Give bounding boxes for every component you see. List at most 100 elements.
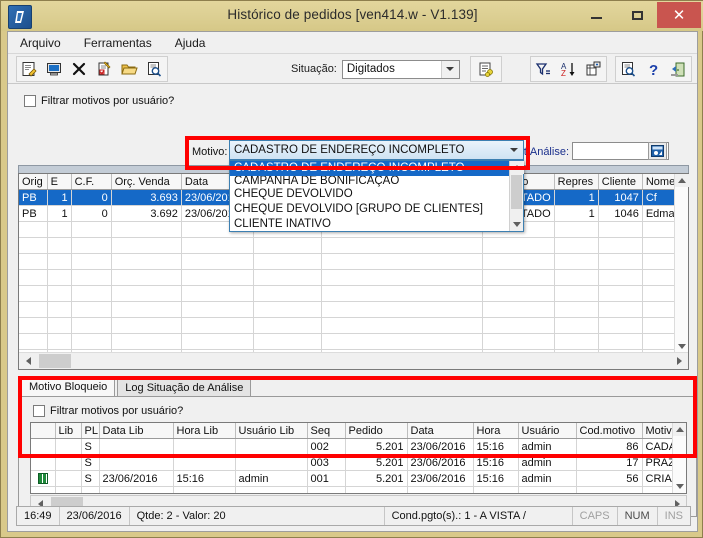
col-usuario-lib[interactable]: Usuário Lib	[235, 423, 308, 439]
motivo-select[interactable]: CADASTRO DE ENDEREÇO INCOMPLETO	[229, 140, 524, 160]
grid-config-icon[interactable]	[581, 57, 606, 81]
cell-usuario-lib: admin	[235, 470, 308, 487]
filtrar-motivos-checkbox[interactable]	[24, 95, 36, 107]
scroll-up-icon[interactable]	[675, 174, 689, 187]
cell-pl: S	[81, 454, 100, 471]
menu-ajuda[interactable]: Ajuda	[171, 34, 216, 52]
tab-motivo-bloqueio[interactable]: Motivo Bloqueio	[21, 378, 116, 397]
col-orig[interactable]: Orig	[19, 174, 48, 190]
panel-filtrar-label: Filtrar motivos por usuário?	[50, 405, 184, 417]
motivo-option-1[interactable]: CAMPANHA DE BONIFICAÇÃO	[230, 176, 523, 187]
table-row[interactable]	[19, 317, 689, 334]
cell-e: 1	[47, 205, 72, 222]
table-row[interactable]: S 002 5.201 23/06/2016 15:16 admin 86 CA…	[31, 438, 686, 455]
col-hora-lib[interactable]: Hora Lib	[173, 423, 236, 439]
motivo-list-scrollbar[interactable]	[509, 161, 524, 231]
col-cliente[interactable]: Cliente	[598, 174, 643, 190]
scroll-up-icon[interactable]	[673, 423, 686, 436]
chevron-down-icon[interactable]	[505, 142, 522, 158]
menu-arquivo[interactable]: Arquivo	[16, 34, 71, 52]
orders-grid-vscrollbar[interactable]	[674, 174, 689, 353]
col-seq[interactable]: Seq	[307, 423, 346, 439]
cell-data-lib	[99, 454, 174, 471]
minimize-button[interactable]	[576, 2, 616, 28]
cell-cliente: 1046	[598, 205, 643, 222]
application-window: Histórico de pedidos [ven414.w - V1.139]…	[0, 0, 703, 538]
menu-bar: Arquivo Ferramentas Ajuda	[8, 32, 697, 54]
save-icon[interactable]	[42, 57, 67, 81]
panel-tabs: Motivo Bloqueio Log Situação de Análise	[21, 378, 253, 397]
col-data-lib[interactable]: Data Lib	[99, 423, 174, 439]
col-cf[interactable]: C.F.	[71, 174, 112, 190]
col-data[interactable]: Data	[407, 423, 474, 439]
motivos-grid-vscrollbar[interactable]	[672, 423, 686, 493]
col-usuario[interactable]: Usuário	[518, 423, 577, 439]
edit-icon[interactable]	[92, 57, 117, 81]
open-folder-icon[interactable]	[117, 57, 142, 81]
scroll-down-icon[interactable]	[673, 480, 686, 493]
hscroll-thumb[interactable]	[39, 354, 71, 368]
col-repres[interactable]: Repres	[554, 174, 599, 190]
table-row[interactable]	[19, 301, 689, 318]
cell-hora: 15:16	[473, 454, 519, 471]
orders-grid-hscrollbar[interactable]	[19, 352, 688, 369]
col-orc-venda[interactable]: Orç. Venda	[111, 174, 182, 190]
cell-usuario-lib	[235, 438, 308, 455]
panel-filtrar-checkbox[interactable]	[33, 405, 45, 417]
new-record-icon[interactable]	[17, 57, 42, 81]
scroll-thumb[interactable]	[511, 175, 522, 209]
cell-data: 23/06/2016	[407, 470, 474, 487]
cell-hora: 15:16	[473, 438, 519, 455]
sit-analise-input[interactable]	[572, 142, 669, 160]
cell-cf: 0	[71, 205, 112, 222]
book-icon	[37, 472, 48, 484]
table-row[interactable]: S 23/06/2016 15:16 admin 001 5.201 23/06…	[31, 470, 686, 487]
scroll-right-icon[interactable]	[670, 354, 688, 369]
filtrar-motivos-checkbox-wrap[interactable]: Filtrar motivos por usuário?	[24, 95, 174, 107]
tab-log-situacao-analise[interactable]: Log Situação de Análise	[117, 379, 252, 397]
help-icon[interactable]: ?	[641, 57, 666, 81]
motivo-option-3[interactable]: CHEQUE DEVOLVIDO [GRUPO DE CLIENTES]	[230, 202, 523, 217]
motivo-selected-value: CADASTRO DE ENDEREÇO INCOMPLETO	[234, 144, 465, 156]
sort-az-icon[interactable]: A Z	[556, 57, 581, 81]
table-row[interactable]	[19, 333, 689, 350]
exit-icon[interactable]	[666, 57, 691, 81]
scroll-left-icon[interactable]	[19, 354, 37, 369]
col-lib[interactable]: Lib	[55, 423, 82, 439]
motivo-option-4[interactable]: CLIENTE INATIVO	[230, 217, 523, 232]
chevron-down-icon[interactable]	[440, 60, 459, 78]
filter-icon[interactable]	[531, 57, 556, 81]
panel-filtrar-checkbox-wrap[interactable]: Filtrar motivos por usuário?	[33, 405, 183, 417]
table-row[interactable]	[31, 486, 686, 493]
motivo-option-0[interactable]: CADASTRO DE ENDEREÇO INCOMPLETO	[230, 161, 523, 176]
col-e[interactable]: E	[47, 174, 72, 190]
motivos-grid[interactable]: Lib PL Data Lib Hora Lib Usuário Lib Seq…	[30, 422, 687, 494]
print-preview-icon[interactable]	[616, 57, 641, 81]
col-pedido[interactable]: Pedido	[345, 423, 408, 439]
status-caps: CAPS	[571, 507, 617, 525]
situacao-select[interactable]: Digitados	[341, 59, 460, 79]
delete-icon[interactable]	[67, 57, 92, 81]
table-row[interactable]	[19, 285, 689, 302]
cell-pedido: 5.201	[345, 454, 408, 471]
scroll-down-icon[interactable]	[510, 218, 524, 231]
preview-icon[interactable]	[142, 57, 167, 81]
filter-apply-icon[interactable]	[474, 57, 499, 81]
motivos-grid-table: Lib PL Data Lib Hora Lib Usuário Lib Seq…	[31, 423, 686, 493]
table-row[interactable]	[19, 253, 689, 270]
menu-ferramentas[interactable]: Ferramentas	[80, 34, 162, 52]
col-hora[interactable]: Hora	[473, 423, 519, 439]
col-icon[interactable]	[31, 423, 56, 439]
col-cod-motivo[interactable]: Cod.motivo	[576, 423, 643, 439]
table-row[interactable]	[19, 237, 689, 254]
maximize-button[interactable]	[617, 2, 657, 28]
close-button[interactable]: ✕	[657, 2, 701, 28]
motivo-option-2[interactable]: CHEQUE DEVOLVIDO	[230, 187, 523, 202]
scroll-up-icon[interactable]	[510, 161, 524, 174]
motivo-dropdown-list[interactable]: CADASTRO DE ENDEREÇO INCOMPLETO CAMPANHA…	[229, 160, 524, 232]
cell-hora-lib	[173, 454, 236, 471]
table-row[interactable]: S 003 5.201 23/06/2016 15:16 admin 17 PR…	[31, 454, 686, 471]
table-row[interactable]	[19, 269, 689, 286]
col-pl[interactable]: PL	[81, 423, 100, 439]
lookup-icon[interactable]	[648, 142, 667, 160]
